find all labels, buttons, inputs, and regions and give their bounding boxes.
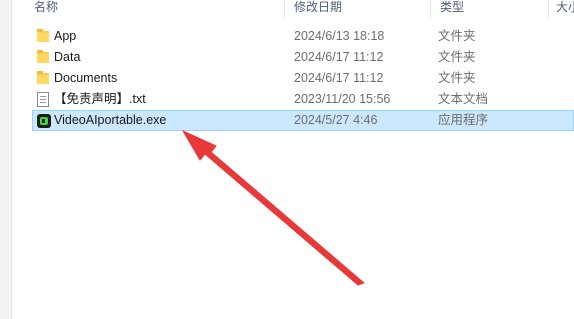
column-divider[interactable] [430,0,431,18]
file-name[interactable]: 【免责声明】.txt [54,89,146,110]
folder-icon [37,71,49,84]
file-row-app[interactable]: App 2024/6/13 18:18 文件夹 [32,26,574,47]
text-file-icon [37,92,49,107]
column-header-date[interactable]: 修改日期 [294,0,342,16]
column-divider[interactable] [548,0,549,18]
file-name[interactable]: Documents [54,68,117,89]
file-name[interactable]: VideoAIportable.exe [54,110,166,131]
file-date: 2024/6/17 11:12 [294,71,384,85]
file-date: 2024/6/17 11:12 [294,50,384,64]
column-header-type[interactable]: 类型 [440,0,464,16]
file-row-disclaimer[interactable]: 【免责声明】.txt 2023/11/20 15:56 文本文档 [32,89,574,110]
file-row-data[interactable]: Data 2024/6/17 11:12 文件夹 [32,47,574,68]
app-exe-icon [37,114,51,128]
arrow-shape [182,130,365,286]
column-header-name[interactable]: 名称 [34,0,58,16]
file-type: 文件夹 [438,50,476,64]
file-type: 文本文档 [438,92,489,106]
column-divider[interactable] [284,0,285,18]
file-date: 2024/6/13 18:18 [294,29,385,43]
file-type: 应用程序 [438,113,489,127]
navigation-pane-edge [0,0,12,319]
folder-icon [37,50,49,63]
file-date: 2024/5/27 4:46 [294,113,378,127]
file-row-videoaiportable[interactable]: VideoAIportable.exe 2024/5/27 4:46 应用程序 [32,110,574,131]
file-name[interactable]: Data [54,47,80,68]
folder-icon [37,29,49,42]
file-row-documents[interactable]: Documents 2024/6/17 11:12 文件夹 [32,68,574,89]
column-header: 名称 修改日期 类型 大小 ⌄ [12,0,574,18]
file-name[interactable]: App [54,26,76,47]
file-date: 2023/11/20 15:56 [294,92,391,106]
file-type: 文件夹 [438,29,476,43]
file-type: 文件夹 [438,71,476,85]
